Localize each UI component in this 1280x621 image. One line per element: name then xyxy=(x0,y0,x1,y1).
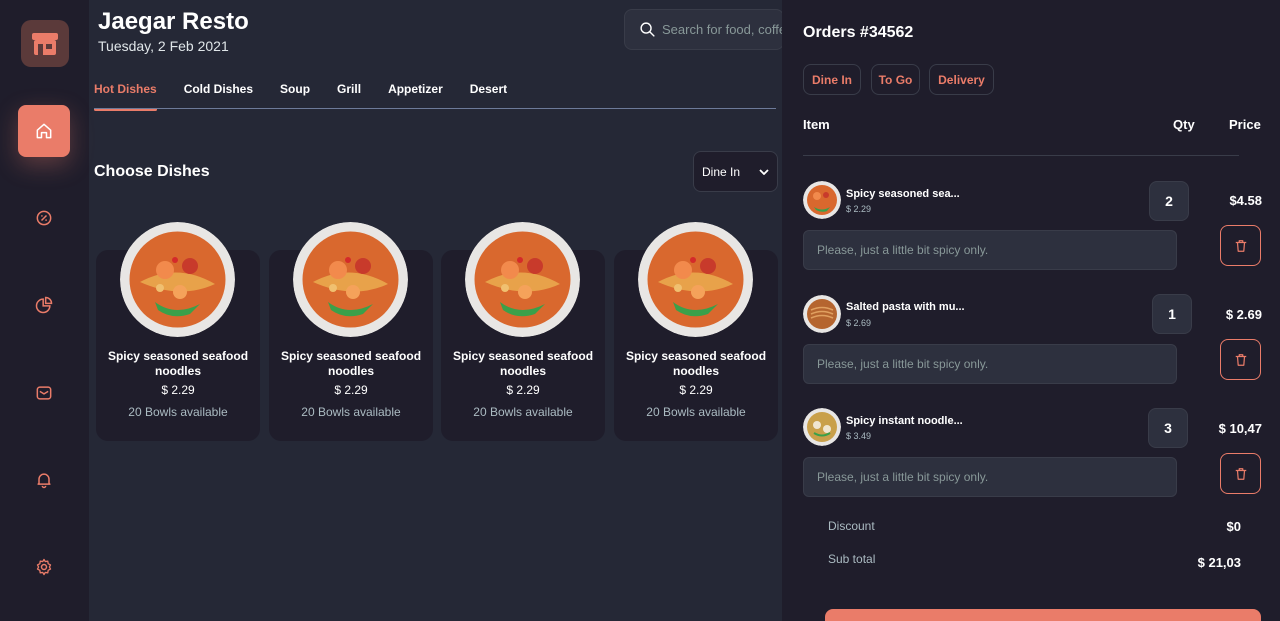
order-item-image xyxy=(803,181,841,219)
order-item-unit-price: $ 2.69 xyxy=(846,318,872,328)
delete-item-button[interactable] xyxy=(1220,339,1261,380)
dish-price: $ 2.29 xyxy=(334,383,368,397)
current-date: Tuesday, 2 Feb 2021 xyxy=(98,38,229,54)
delete-item-button[interactable] xyxy=(1220,225,1261,266)
tab-desert[interactable]: Desert xyxy=(470,82,507,110)
header-divider xyxy=(803,155,1239,156)
dish-image xyxy=(638,222,753,337)
order-note-input[interactable]: Please, just a little bit spicy only. xyxy=(803,230,1177,270)
column-header-item: Item xyxy=(803,117,830,132)
discount-icon xyxy=(36,210,52,226)
dashboard-icon xyxy=(35,296,53,314)
dish-card[interactable]: Spicy seasoned seafood noodles $ 2.29 20… xyxy=(441,222,605,441)
order-item-unit-price: $ 2.29 xyxy=(846,204,872,214)
tab-hot-dishes[interactable]: Hot Dishes xyxy=(94,82,157,111)
dish-name: Spicy seasoned seafood noodles xyxy=(107,349,249,378)
nav-settings-button[interactable] xyxy=(18,541,70,593)
order-type-delivery-button[interactable]: Delivery xyxy=(929,64,994,95)
order-type-dine-in-button[interactable]: Dine In xyxy=(803,64,861,95)
dish-availability: 20 Bowls available xyxy=(646,405,746,419)
dish-price: $ 2.29 xyxy=(506,383,540,397)
trash-icon xyxy=(1235,353,1246,366)
dish-availability: 20 Bowls available xyxy=(301,405,401,419)
order-item-name: Spicy instant noodle... xyxy=(846,415,963,427)
continue-payment-button[interactable] xyxy=(825,609,1261,621)
tab-appetizer[interactable]: Appetizer xyxy=(388,82,443,110)
orders-panel: Orders #34562 Dine In To Go Delivery Ite… xyxy=(782,0,1280,621)
dish-availability: 20 Bowls available xyxy=(128,405,228,419)
tabs-divider xyxy=(94,108,776,109)
subtotal-label: Sub total xyxy=(828,552,876,566)
search-icon xyxy=(640,22,655,37)
dish-card[interactable]: Spicy seasoned seafood noodles $ 2.29 20… xyxy=(269,222,433,441)
order-item-qty[interactable]: 3 xyxy=(1148,408,1188,448)
nav-discount-button[interactable] xyxy=(18,192,70,244)
delete-item-button[interactable] xyxy=(1220,453,1261,494)
order-note-input[interactable]: Please, just a little bit spicy only. xyxy=(803,457,1177,497)
message-icon xyxy=(36,386,52,400)
dish-name: Spicy seasoned seafood noodles xyxy=(452,349,594,378)
store-logo-icon[interactable] xyxy=(21,20,69,67)
order-item-image xyxy=(803,295,841,333)
column-header-qty: Qty xyxy=(1173,117,1195,132)
dish-name: Spicy seasoned seafood noodles xyxy=(625,349,767,378)
section-title: Choose Dishes xyxy=(94,163,210,180)
column-header-price: Price xyxy=(1229,117,1261,132)
sidebar xyxy=(0,0,89,621)
nav-dashboard-button[interactable] xyxy=(18,279,70,331)
page-title: Jaegar Resto xyxy=(98,8,249,35)
search-placeholder: Search for food, coffe, etc.. xyxy=(662,22,783,37)
order-item-total: $4.58 xyxy=(1229,193,1262,208)
notification-icon xyxy=(37,473,51,489)
order-item-qty[interactable]: 1 xyxy=(1152,294,1192,334)
tab-grill[interactable]: Grill xyxy=(337,82,361,110)
order-note-input[interactable]: Please, just a little bit spicy only. xyxy=(803,344,1177,384)
home-icon xyxy=(36,123,52,139)
dish-availability: 20 Bowls available xyxy=(473,405,573,419)
dish-image xyxy=(465,222,580,337)
order-item-total: $ 10,47 xyxy=(1218,421,1262,436)
tab-cold-dishes[interactable]: Cold Dishes xyxy=(184,82,253,110)
dine-option-select[interactable]: Dine In xyxy=(693,151,778,192)
dish-name: Spicy seasoned seafood noodles xyxy=(280,349,422,378)
chevron-down-icon xyxy=(759,168,769,175)
tab-soup[interactable]: Soup xyxy=(280,82,310,110)
search-input[interactable]: Search for food, coffe, etc.. xyxy=(624,9,784,50)
dish-image xyxy=(293,222,408,337)
order-item-name: Spicy seasoned sea... xyxy=(846,188,960,200)
order-item-unit-price: $ 3.49 xyxy=(846,431,872,441)
order-type-to-go-button[interactable]: To Go xyxy=(871,64,920,95)
dish-card[interactable]: Spicy seasoned seafood noodles $ 2.29 20… xyxy=(614,222,778,441)
order-item-name: Salted pasta with mu... xyxy=(846,301,965,313)
order-item-image xyxy=(803,408,841,446)
discount-value: $0 xyxy=(1226,519,1241,534)
dish-image xyxy=(120,222,235,337)
order-item-qty[interactable]: 2 xyxy=(1149,181,1189,221)
dine-option-value: Dine In xyxy=(702,164,741,179)
order-item-total: $ 2.69 xyxy=(1225,307,1262,322)
dish-card[interactable]: Spicy seasoned seafood noodles $ 2.29 20… xyxy=(96,222,260,441)
subtotal-value: $ 21,03 xyxy=(1197,555,1241,570)
category-tabs: Hot Dishes Cold Dishes Soup Grill Appeti… xyxy=(94,82,534,111)
dish-price: $ 2.29 xyxy=(679,383,713,397)
orders-title: Orders #34562 xyxy=(803,24,914,41)
nav-notification-button[interactable] xyxy=(18,454,70,506)
dish-price: $ 2.29 xyxy=(161,383,195,397)
nav-message-button[interactable] xyxy=(18,367,70,419)
nav-home-button[interactable] xyxy=(18,105,70,157)
trash-icon xyxy=(1235,467,1246,480)
settings-icon xyxy=(36,558,52,576)
trash-icon xyxy=(1235,239,1246,252)
discount-label: Discount xyxy=(828,519,875,533)
